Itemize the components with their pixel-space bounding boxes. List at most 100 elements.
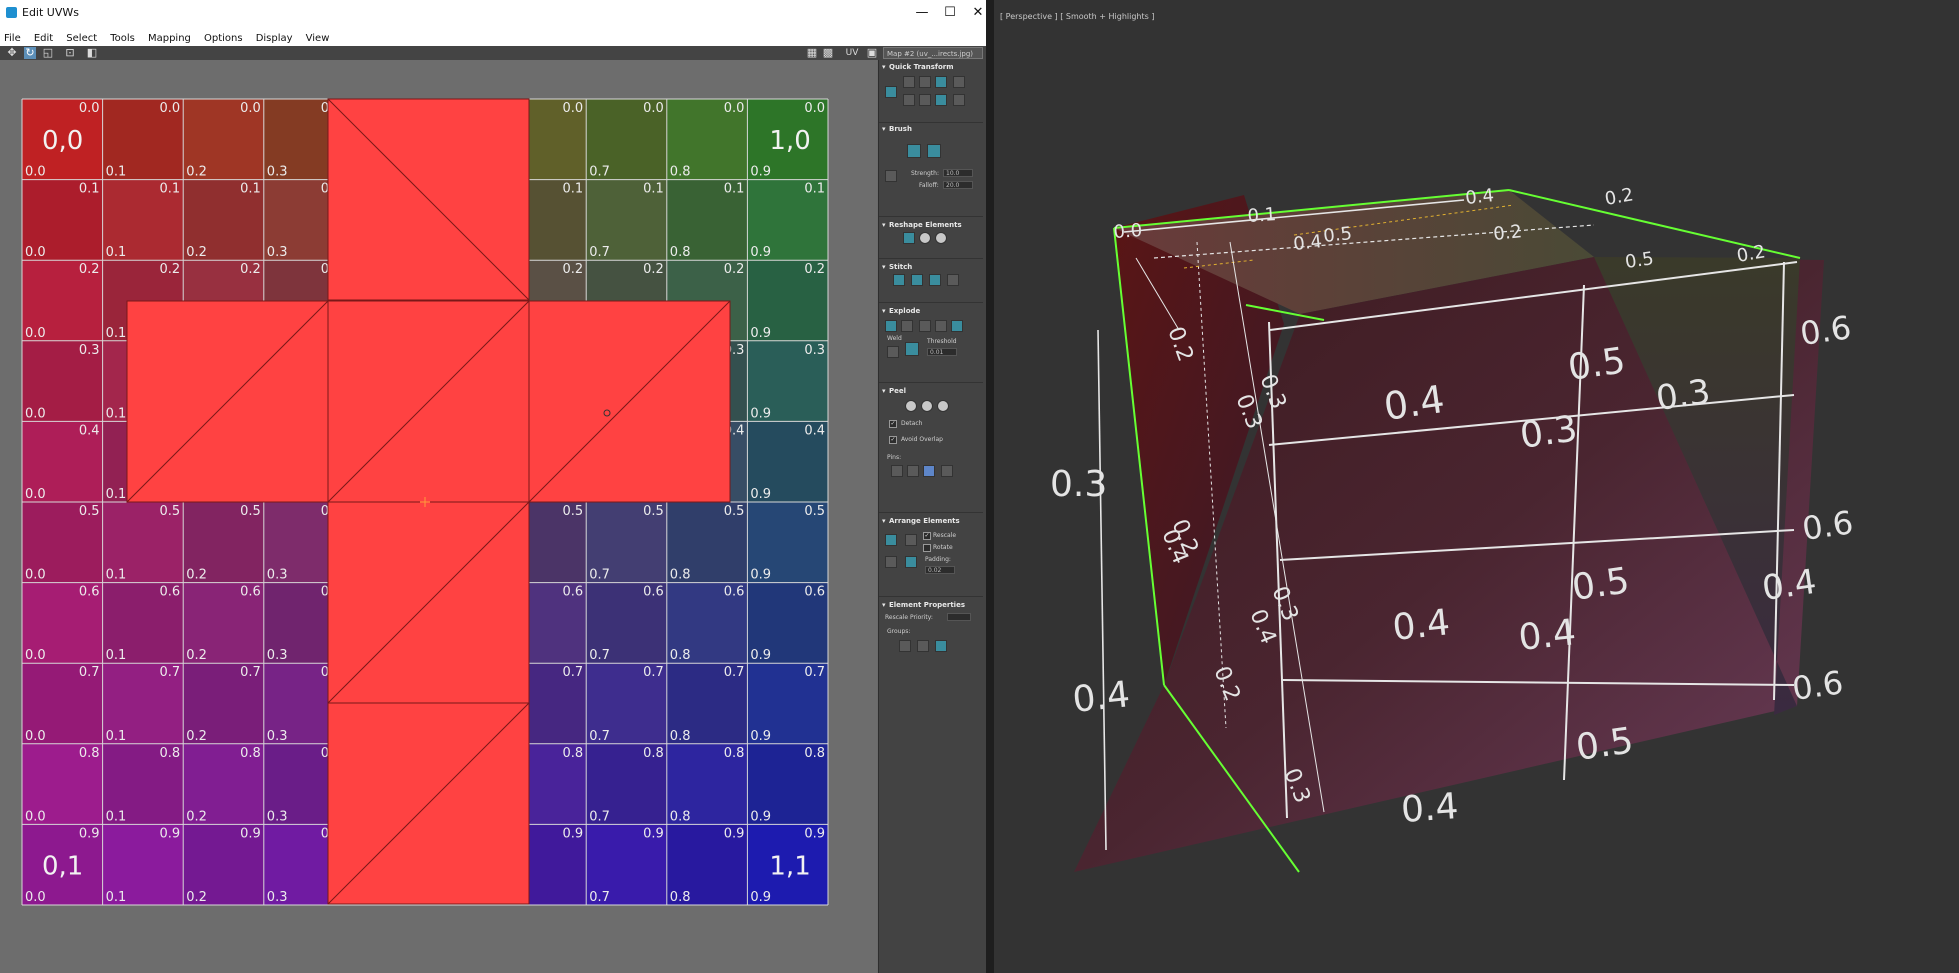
rollout-title-peel[interactable]: Peel xyxy=(881,386,985,396)
relax-brush-icon[interactable] xyxy=(927,144,941,158)
select-pins-icon[interactable] xyxy=(941,465,953,477)
rotate-checkbox[interactable] xyxy=(923,544,931,552)
pack-custom-icon[interactable] xyxy=(885,556,897,568)
scale-icon[interactable]: ◱ xyxy=(42,47,54,59)
rotate-ccw-icon[interactable] xyxy=(935,76,947,88)
uv-tile-v-label: 0.9 xyxy=(643,826,664,841)
avoid-overlap-checkbox[interactable]: ✓ xyxy=(889,436,897,444)
space-horizontal-icon[interactable] xyxy=(953,76,965,88)
cube-front-label: 0.4 xyxy=(1760,562,1819,609)
rollout-title-explode[interactable]: Explode xyxy=(881,306,985,316)
select-group-icon[interactable] xyxy=(935,640,947,652)
straighten-icon[interactable] xyxy=(903,94,915,106)
uv-tile-v-label: 0.5 xyxy=(724,504,745,519)
rotate-icon[interactable]: ↻ xyxy=(24,47,36,59)
uv-tile-v-label: 0.5 xyxy=(79,504,100,519)
rescale-priority-spinner[interactable] xyxy=(947,613,971,621)
checker-icon[interactable]: ▩ xyxy=(822,47,834,59)
ungroup-icon[interactable] xyxy=(917,640,929,652)
relax-icon[interactable] xyxy=(919,94,931,106)
stitch-to-average-icon[interactable] xyxy=(929,274,941,286)
corner-label-top-right: 1,0 xyxy=(769,126,810,156)
uv-tile-v-label: 0.6 xyxy=(643,585,664,600)
map-select[interactable]: Map #2 (uv_...irects.jpg) xyxy=(883,47,983,59)
stitch-custom-icon[interactable] xyxy=(893,274,905,286)
cube-front-label: 0.4 xyxy=(1071,674,1132,721)
pack-recursive-icon[interactable] xyxy=(905,556,917,568)
rollout-title-arrange[interactable]: Arrange Elements xyxy=(881,516,985,526)
uv-tile-u-label: 0.0 xyxy=(25,809,46,824)
uv-tile-u-label: 0.2 xyxy=(186,245,207,260)
uv-tile-u-label: 0.2 xyxy=(186,729,207,744)
uv-canvas-svg[interactable]: 0.0 0.0 0.0 0.1 0.0 0.2 0.0 0.3 0.0 0.4 0.0 0.5 0.0 0… xyxy=(0,60,877,973)
cube-front-label: 0.5 xyxy=(1566,340,1628,389)
rollout-title-brush[interactable]: Brush xyxy=(881,124,985,134)
rotate-cw-icon[interactable] xyxy=(935,94,947,106)
move-icon[interactable]: ✥ xyxy=(6,47,18,59)
freeform-icon[interactable]: ⊡ xyxy=(64,47,76,59)
perspective-viewport[interactable]: [ Perspective ] [ Smooth + Highlights ] … xyxy=(994,0,1959,973)
explode-angle-icon[interactable] xyxy=(951,320,963,332)
weld-selected-icon[interactable] xyxy=(887,346,899,358)
rollout-title-element-properties[interactable]: Element Properties xyxy=(881,600,985,610)
padding-spinner[interactable]: 0.02 xyxy=(925,566,955,574)
uv-tile-v-label: 0.6 xyxy=(79,585,100,600)
peel-mode-icon[interactable] xyxy=(921,400,933,412)
uv-tile-u-label: 0.8 xyxy=(670,890,691,905)
uv-mode-toggle[interactable]: UV xyxy=(842,47,862,59)
rollout-title-quick-transform[interactable]: Quick Transform xyxy=(881,62,985,72)
explode-smoothing-icon[interactable] xyxy=(901,320,913,332)
uv-tile-v-label: 0.4 xyxy=(804,423,825,438)
group-selected-icon[interactable] xyxy=(899,640,911,652)
uv-tile-u-label: 0.1 xyxy=(106,326,127,341)
stitch-to-target-icon[interactable] xyxy=(911,274,923,286)
strength-spinner[interactable]: 10.0 xyxy=(943,169,973,177)
pack-together-icon[interactable] xyxy=(905,534,917,546)
explode-material-icon[interactable] xyxy=(919,320,931,332)
detach-checkbox[interactable]: ✓ xyxy=(889,420,897,428)
reset-peel-icon[interactable] xyxy=(937,400,949,412)
cube-render[interactable]: 0.40.30.30.4 0.40.40.40.50.50.50.30.40.00… xyxy=(994,0,1959,973)
uv-tile-v-label: 0.7 xyxy=(563,665,584,680)
threshold-spinner[interactable]: 0.01 xyxy=(927,348,957,356)
rollout-title-reshape[interactable]: Reshape Elements xyxy=(881,220,985,230)
pin-icon[interactable] xyxy=(891,465,903,477)
divider xyxy=(879,382,983,383)
relax-until-flat-icon[interactable] xyxy=(919,232,931,244)
uv-tile-v-label: 0.8 xyxy=(240,746,261,761)
paint-move-icon[interactable] xyxy=(907,144,921,158)
flatten-icon[interactable] xyxy=(935,320,947,332)
corner-label-bottom-left: 0,1 xyxy=(42,851,83,881)
brush-pen-icon[interactable] xyxy=(885,170,897,182)
rollout-title-stitch[interactable]: Stitch xyxy=(881,262,985,272)
rescale-checkbox[interactable]: ✓ xyxy=(923,532,931,540)
align-horizontal-icon[interactable] xyxy=(903,76,915,88)
uv-tile-v-label: 0.2 xyxy=(804,262,825,277)
quick-peel-icon[interactable] xyxy=(905,400,917,412)
falloff-spinner[interactable]: 20.0 xyxy=(943,181,973,189)
texture-icon[interactable]: ▣ xyxy=(866,47,878,59)
stitch-to-source-icon[interactable] xyxy=(947,274,959,286)
uv-tile-u-label: 0.8 xyxy=(670,729,691,744)
uv-tile-u-label: 0.3 xyxy=(267,729,288,744)
uv-tile-v-label: 0.6 xyxy=(160,585,181,600)
align-vertical-icon[interactable] xyxy=(919,76,931,88)
uv-tile-v-label: 0.2 xyxy=(160,262,181,277)
uv-canvas[interactable]: 0.0 0.0 0.0 0.1 0.0 0.2 0.0 0.3 0.0 0.4 0.0 0.5 0.0 0… xyxy=(0,60,877,973)
uv-tile-u-label: 0.0 xyxy=(25,648,46,663)
break-icon[interactable] xyxy=(885,320,897,332)
uv-tile-v-label: 0.4 xyxy=(79,423,100,438)
uv-tile-u-label: 0.7 xyxy=(589,568,610,583)
auto-pin-icon[interactable] xyxy=(923,465,935,477)
weld-all-icon[interactable] xyxy=(905,342,919,356)
pack-normalize-icon[interactable] xyxy=(885,534,897,546)
unpin-icon[interactable] xyxy=(907,465,919,477)
uv-tile-v-label: 0.9 xyxy=(240,826,261,841)
align-icon[interactable] xyxy=(885,86,897,98)
mirror-icon[interactable]: ◧ xyxy=(86,47,98,59)
relax-settings-icon[interactable] xyxy=(935,232,947,244)
straighten-selection-icon[interactable] xyxy=(903,232,915,244)
uv-tile-v-label: 0.8 xyxy=(643,746,664,761)
grid-icon[interactable]: ▦ xyxy=(806,47,818,59)
space-vertical-icon[interactable] xyxy=(953,94,965,106)
